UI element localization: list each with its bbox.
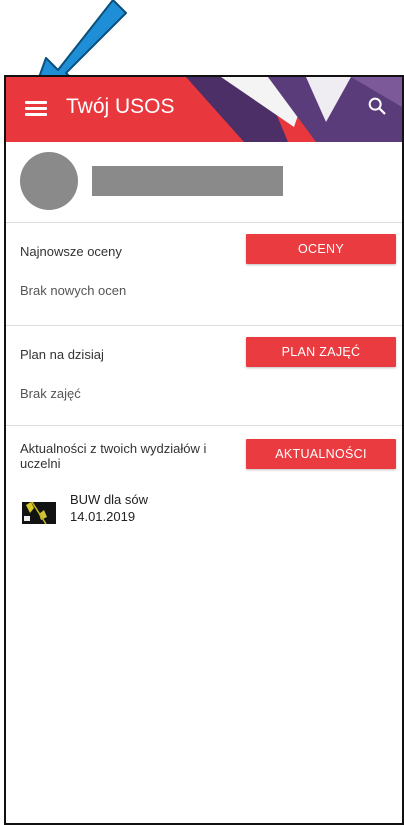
news-button[interactable]: AKTUALNOŚCI: [246, 439, 396, 469]
section-grades: Najnowsze oceny OCENY Brak nowych ocen: [6, 222, 402, 326]
hamburger-menu-icon[interactable]: [25, 98, 47, 120]
section-label: Aktualności z twoich wydziałów i uczelni: [20, 441, 207, 471]
search-icon[interactable]: [366, 95, 388, 117]
app-title: Twój USOS: [66, 95, 175, 118]
section-label: Najnowsze oceny: [20, 244, 122, 259]
news-thumbnail: [22, 502, 56, 524]
news-item[interactable]: BUW dla sów 14.01.2019: [20, 492, 320, 536]
app-bar: Twój USOS: [6, 77, 402, 142]
section-label: Plan na dzisiaj: [20, 347, 104, 362]
empty-state-text: Brak zajęć: [20, 386, 81, 401]
phone-screen: Twój USOS Najnowsze oceny OCENY Brak now…: [4, 75, 404, 825]
section-plan: Plan na dzisiaj PLAN ZAJĘĆ Brak zajęć: [6, 325, 402, 426]
plan-button[interactable]: PLAN ZAJĘĆ: [246, 337, 396, 367]
news-title: BUW dla sów: [70, 492, 149, 507]
news-date: 14.01.2019: [70, 509, 136, 524]
grades-button[interactable]: OCENY: [246, 234, 396, 264]
profile-header: [6, 142, 402, 223]
user-name-redacted: [92, 166, 283, 196]
avatar[interactable]: [20, 152, 78, 210]
empty-state-text: Brak nowych ocen: [20, 283, 127, 298]
